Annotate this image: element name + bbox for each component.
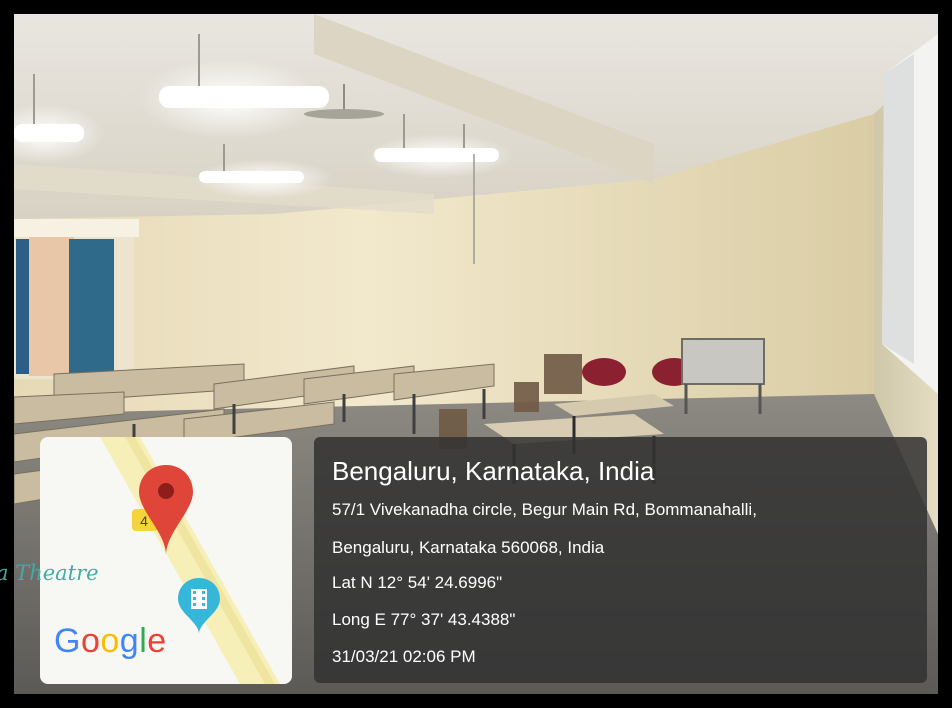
latitude-text: Lat N 12° 54' 24.6996"	[332, 573, 503, 592]
google-logo-letter: o	[100, 622, 120, 660]
address-line-2: Bengaluru, Karnataka 560068, India	[332, 538, 605, 557]
google-logo-letter: o	[80, 622, 101, 660]
google-logo-letter: l	[139, 622, 148, 660]
map-place-label: a Theatre	[0, 561, 99, 585]
datetime-text: 31/03/21 02:06 PM	[332, 647, 476, 666]
google-logo: Google	[54, 622, 167, 661]
longitude-text: Long E 77° 37' 43.4388"	[332, 610, 516, 629]
google-logo-letter: e	[147, 622, 167, 660]
map-pin-icon	[139, 465, 193, 555]
google-logo-letter: g	[119, 622, 140, 660]
address-line-1: 57/1 Vivekanadha circle, Begur Main Rd, …	[332, 500, 757, 519]
google-logo-letter: G	[54, 622, 81, 660]
photo-frame: 4 a Theatre Google Bengaluru, Karnataka,…	[0, 0, 952, 708]
film-poi-icon	[178, 578, 220, 634]
location-title: Bengaluru, Karnataka, India	[332, 456, 655, 486]
